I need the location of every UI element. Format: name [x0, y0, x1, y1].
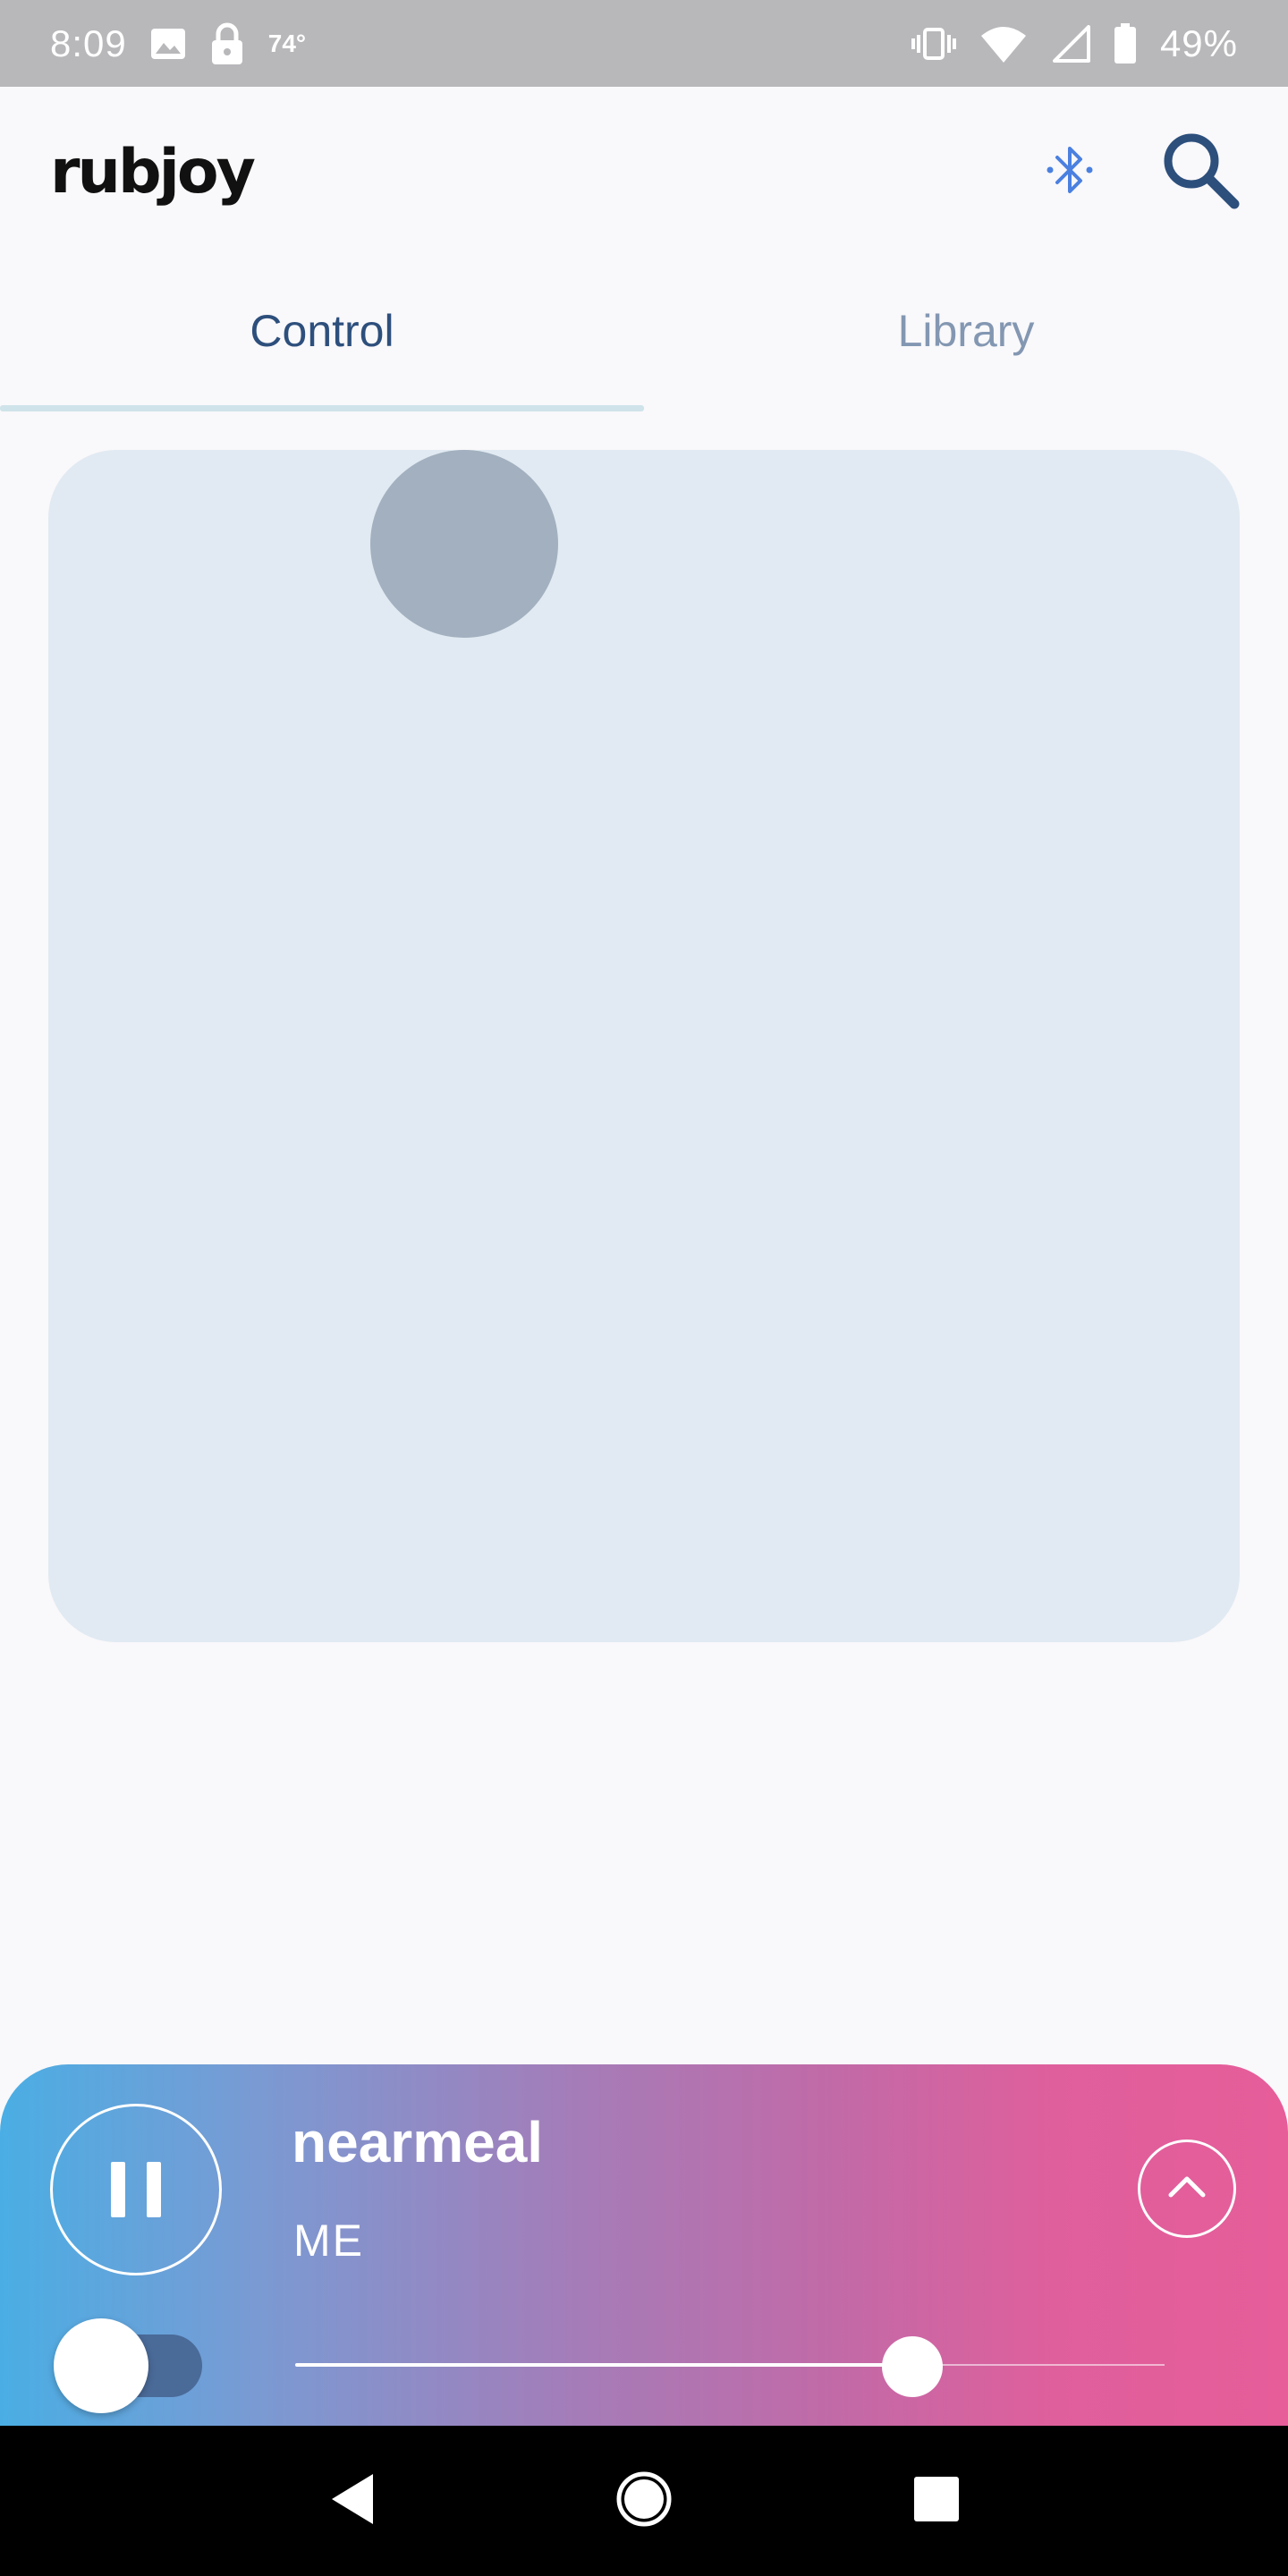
recents-button[interactable]	[896, 2461, 977, 2541]
tab-control[interactable]: Control	[0, 295, 644, 411]
status-right: 49%	[911, 22, 1238, 65]
status-left: 8:09 74°	[50, 22, 306, 65]
battery-icon	[1114, 22, 1137, 64]
bluetooth-button[interactable]	[1045, 141, 1095, 203]
pause-icon	[100, 2162, 172, 2217]
signal-icon	[1051, 24, 1090, 63]
chevron-up-icon	[1166, 2174, 1208, 2205]
bluetooth-icon	[1045, 141, 1095, 203]
toggle-thumb	[54, 2318, 148, 2413]
mode-toggle[interactable]	[54, 2306, 202, 2413]
back-icon	[326, 2470, 377, 2532]
app-bar: rubjoy	[0, 87, 1288, 257]
status-battery: 49%	[1159, 21, 1238, 64]
slider-thumb[interactable]	[882, 2336, 944, 2397]
vibrate-icon	[911, 26, 956, 62]
track-artist: ME	[293, 2216, 364, 2266]
image-icon	[150, 28, 186, 60]
search-button[interactable]	[1157, 127, 1243, 217]
expand-player-button[interactable]	[1138, 2140, 1236, 2238]
tab-library[interactable]: Library	[644, 295, 1288, 411]
status-temperature: 74°	[267, 29, 307, 57]
intensity-slider[interactable]	[295, 2329, 1165, 2401]
status-bar: 8:09 74° 49%	[0, 0, 1288, 87]
status-time: 8:09	[50, 21, 127, 64]
slider-track-active	[295, 2363, 913, 2367]
search-icon	[1157, 127, 1243, 217]
track-title: nearmeal	[292, 2110, 544, 2174]
tab-control-label: Control	[250, 306, 394, 356]
tab-library-label: Library	[897, 306, 1035, 356]
slider-track-rest	[912, 2364, 1165, 2366]
home-button[interactable]	[604, 2461, 684, 2541]
brand-logo: rubjoy	[50, 136, 256, 208]
control-knob[interactable]	[370, 450, 558, 638]
home-icon	[614, 2470, 674, 2533]
system-nav-bar	[0, 2426, 1288, 2576]
wifi-icon	[979, 25, 1028, 63]
recents-icon	[911, 2474, 962, 2529]
lock-icon	[209, 22, 245, 65]
tab-bar: Control Library	[0, 295, 1288, 411]
tab-indicator	[0, 405, 644, 411]
app-actions	[1045, 127, 1243, 217]
pause-button[interactable]	[50, 2104, 222, 2275]
control-pad[interactable]	[48, 450, 1240, 1642]
back-button[interactable]	[311, 2461, 392, 2541]
